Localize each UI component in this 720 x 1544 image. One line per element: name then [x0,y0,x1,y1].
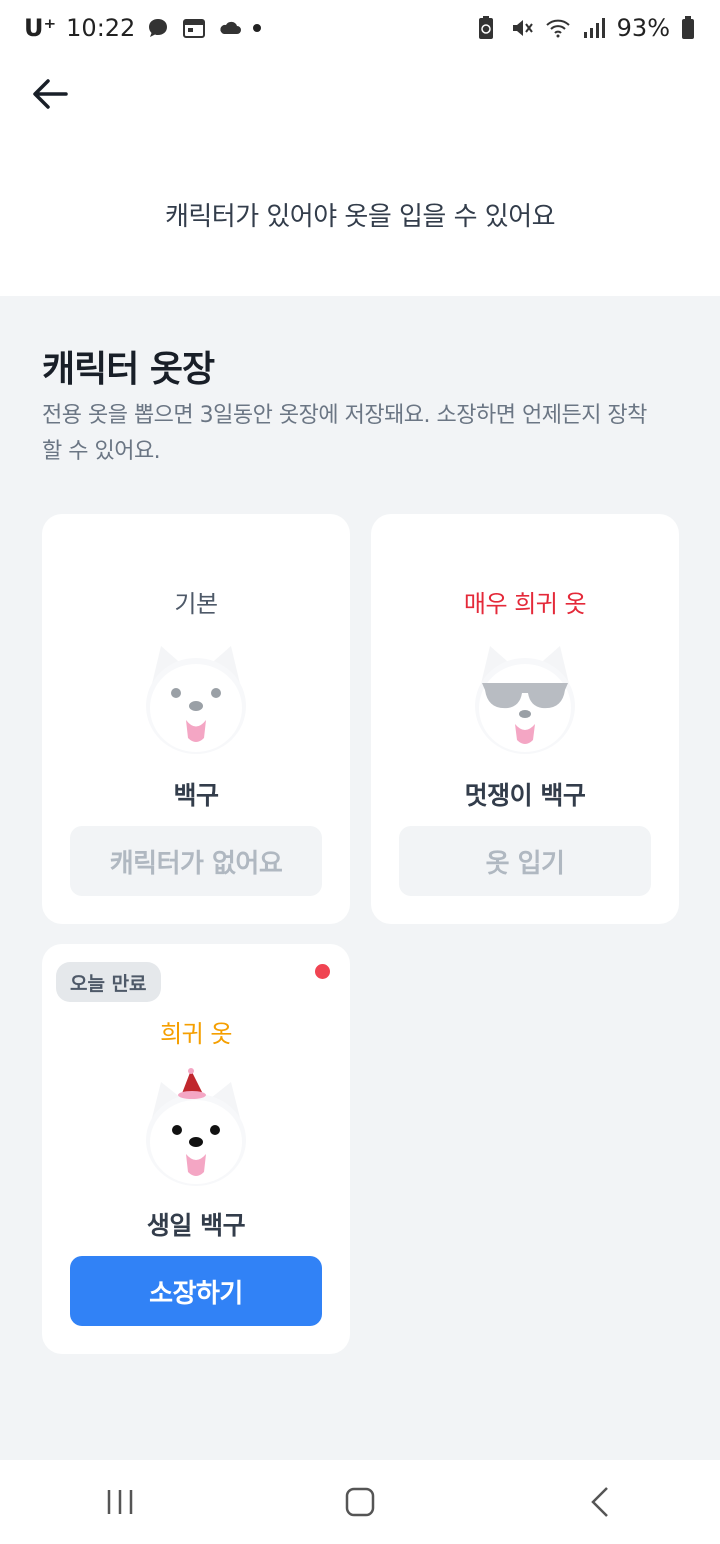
outfit-card-basic[interactable]: 기본 백구 캐릭터가 없어요 [42,514,350,924]
status-left: U⁺ 10:22 [24,14,262,42]
status-right: 93% [473,14,696,42]
notification-dot-icon [253,24,262,32]
battery-percentage: 93% [616,14,670,42]
dog-with-party-hat-icon [146,1068,246,1186]
rarity-label: 희귀 옷 [160,1020,232,1048]
status-bar: U⁺ 10:22 93% [0,0,720,56]
section-title: 캐릭터 옷장 [42,349,215,390]
wardrobe-section: 캐릭터 옷장 전용 옷을 뽑으면 3일동안 옷장에 저장돼요. 소장하면 언제든… [0,296,720,1460]
character-name: 생일 백구 [146,1211,246,1240]
arrow-left-icon [33,79,68,109]
character-name: 멋쟁이 백구 [464,781,586,810]
no-character-button[interactable]: 캐릭터가 없어요 [70,826,322,896]
keep-outfit-button[interactable]: 소장하기 [70,1256,322,1326]
battery-icon [682,16,694,39]
rarity-label: 기본 [174,590,218,618]
expire-badge: 오늘 만료 [56,962,161,1002]
dog-with-sunglasses-icon [475,646,575,754]
messenger-icon [149,19,168,37]
back-button[interactable] [26,74,74,114]
system-back-button[interactable] [560,1472,640,1532]
clock: 10:22 [66,14,136,42]
new-indicator-dot [315,964,330,979]
recent-apps-button[interactable] [80,1472,160,1532]
wifi-icon [545,19,570,38]
outfit-card-rare[interactable]: 오늘 만료 희귀 옷 생일 백구 소장하기 [42,944,350,1354]
character-name: 백구 [173,781,219,810]
outfit-card-very-rare[interactable]: 매우 희귀 옷 멋쟁이 백구 옷 입기 [371,514,679,924]
section-description: 전용 옷을 뽑으면 3일동안 옷장에 저장돼요. 소장하면 언제든지 장착할 수… [42,403,647,464]
chevron-left-icon [591,1487,608,1517]
home-button[interactable] [320,1472,400,1532]
carrier-label: U⁺ [24,14,57,42]
recent-apps-icon [107,1490,133,1514]
calendar-icon [183,19,206,38]
no-character-notice: 캐릭터가 있어야 옷을 입을 수 있어요 [164,202,556,232]
wear-outfit-button[interactable]: 옷 입기 [399,826,651,896]
battery-saver-icon [478,16,493,39]
system-navigation-bar [0,1460,720,1544]
signal-icon [583,18,605,38]
cloud-icon [220,21,242,34]
top-bar [0,56,720,132]
mute-icon [512,20,533,36]
dog-character-icon [146,646,246,754]
rarity-label: 매우 희귀 옷 [463,590,587,618]
home-icon [345,1487,375,1517]
